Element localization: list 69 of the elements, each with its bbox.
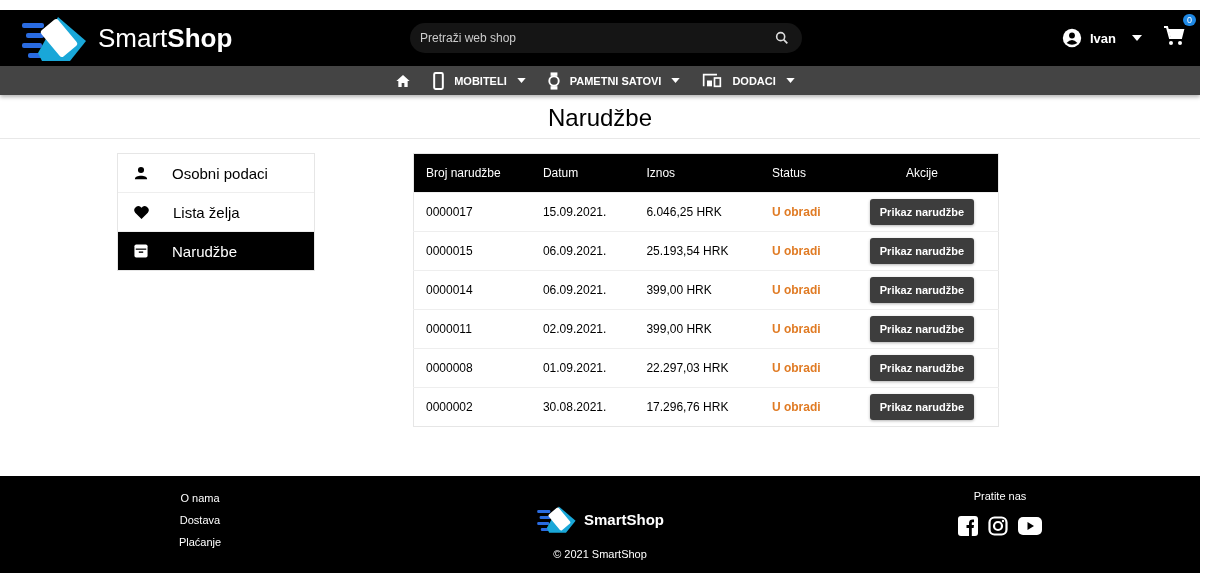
- column-header: Status: [759, 153, 846, 193]
- search-icon[interactable]: [774, 30, 790, 46]
- table-cell: 0000015: [413, 231, 531, 271]
- footer-link[interactable]: O nama: [180, 492, 220, 504]
- footer-link[interactable]: Dostava: [179, 514, 221, 526]
- footer-logo-text[interactable]: SmartShop: [584, 510, 664, 528]
- facebook-icon[interactable]: [958, 516, 978, 536]
- table-cell: 0000002: [413, 387, 531, 427]
- status-text: U obradi: [759, 309, 846, 349]
- view-order-button[interactable]: Prikaz narudžbe: [869, 394, 975, 420]
- search-field[interactable]: Pretraži web shop: [410, 23, 802, 53]
- view-order-button[interactable]: Prikaz narudžbe: [869, 316, 975, 342]
- caret-icon: [785, 78, 795, 83]
- nav-menu-item[interactable]: MOBITELI: [433, 71, 526, 90]
- table-cell: 01.09.2021.: [530, 348, 635, 388]
- table-cell: 6.046,25 HRK: [634, 192, 760, 232]
- table-cell: 22.297,03 HRK: [634, 348, 760, 388]
- nav-menu-item[interactable]: PAMETNI SATOVI: [547, 71, 681, 90]
- follow-heading: Pratite nas: [973, 490, 1027, 502]
- home-icon[interactable]: [395, 72, 412, 89]
- table-cell: 399,00 HRK: [634, 309, 760, 349]
- table-cell: 0000014: [413, 270, 531, 310]
- account-icon[interactable]: [1062, 28, 1082, 48]
- table-cell: 06.09.2021.: [530, 231, 635, 271]
- table-cell: 17.296,76 HRK: [634, 387, 760, 427]
- column-header: Datum: [530, 153, 635, 193]
- watch-icon: [547, 71, 560, 90]
- table-cell: 02.09.2021.: [530, 309, 635, 349]
- table-cell: 0000017: [413, 192, 531, 232]
- cart-count-badge: 0: [1183, 14, 1196, 26]
- view-order-button[interactable]: Prikaz narudžbe: [869, 277, 975, 303]
- view-order-button[interactable]: Prikaz narudžbe: [869, 355, 975, 381]
- heart-icon: [134, 205, 149, 219]
- user-name[interactable]: Ivan: [1090, 30, 1116, 46]
- view-order-button[interactable]: Prikaz narudžbe: [869, 199, 975, 225]
- status-text: U obradi: [759, 387, 846, 427]
- table-cell: 0000008: [413, 348, 531, 388]
- nav-menu-item[interactable]: DODACI: [702, 73, 795, 88]
- caret-icon[interactable]: [1132, 35, 1142, 41]
- archive-icon: [134, 244, 148, 258]
- view-order-button[interactable]: Prikaz narudžbe: [869, 238, 975, 264]
- table-cell: 0000011: [413, 309, 531, 349]
- column-header: Iznos: [634, 153, 760, 193]
- column-header: Akcije: [845, 153, 999, 193]
- cart-icon[interactable]: [1162, 24, 1186, 48]
- table-cell: 30.08.2021.: [530, 387, 635, 427]
- phone-logo-icon: [536, 504, 578, 534]
- table-cell: 399,00 HRK: [634, 270, 760, 310]
- account-menu-item[interactable]: Narudžbe: [118, 231, 314, 270]
- devices-icon: [702, 73, 723, 88]
- copyright-text: © 2021 SmartShop: [553, 548, 647, 560]
- column-header: Broj narudžbe: [413, 153, 531, 193]
- logo-text[interactable]: SmartShop: [98, 22, 233, 54]
- account-menu-item[interactable]: Osobni podaci: [118, 154, 314, 192]
- youtube-icon[interactable]: [1018, 517, 1042, 535]
- caret-icon: [516, 78, 526, 83]
- footer-link[interactable]: Plaćanje: [178, 536, 222, 548]
- instagram-icon[interactable]: [988, 516, 1008, 536]
- status-text: U obradi: [759, 348, 846, 388]
- table-cell: 15.09.2021.: [530, 192, 635, 232]
- table-cell: 25.193,54 HRK: [634, 231, 760, 271]
- status-text: U obradi: [759, 231, 846, 271]
- caret-icon: [671, 78, 681, 83]
- page-title: Narudžbe: [0, 95, 1200, 139]
- status-text: U obradi: [759, 192, 846, 232]
- phone-icon: [433, 71, 445, 90]
- person-icon: [134, 166, 148, 180]
- table-cell: 06.09.2021.: [530, 270, 635, 310]
- status-text: U obradi: [759, 270, 846, 310]
